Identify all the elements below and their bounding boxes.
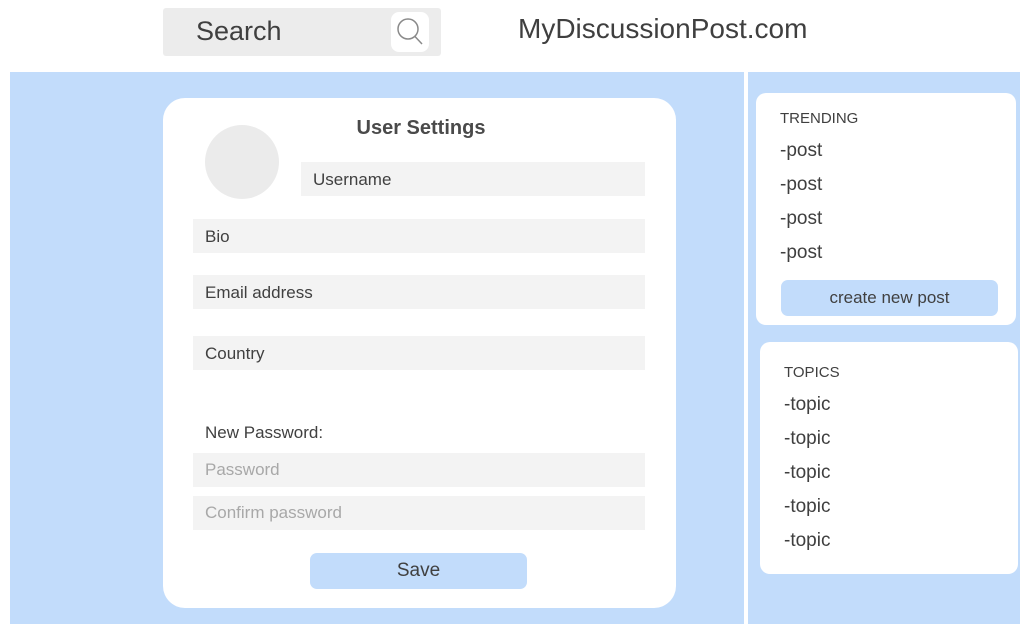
site-title[interactable]: MyDiscussionPost.com (518, 13, 807, 45)
topic-link[interactable]: -topic (784, 462, 830, 496)
trending-card: TRENDING -post -post -post -post create … (756, 93, 1016, 325)
confirm-password-field-wrap (193, 496, 645, 530)
topics-list: -topic -topic -topic -topic -topic (784, 394, 830, 564)
trending-post-link[interactable]: -post (780, 242, 822, 276)
bio-label: Bio (205, 227, 230, 246)
country-label: Country (205, 344, 265, 363)
password-field-wrap (193, 453, 645, 487)
trending-heading: TRENDING (780, 110, 859, 127)
email-label: Email address (205, 283, 313, 302)
topics-card: TOPICS -topic -topic -topic -topic -topi… (760, 342, 1018, 574)
search-icon (397, 18, 423, 45)
username-label: Username (313, 170, 392, 189)
search-bar[interactable]: Search (163, 8, 441, 56)
topic-link[interactable]: -topic (784, 428, 830, 462)
user-settings-card: User Settings Username Bio Email address… (163, 98, 676, 608)
search-label: Search (196, 16, 282, 46)
create-new-post-button[interactable]: create new post (781, 280, 998, 316)
avatar[interactable] (205, 125, 279, 199)
topics-heading: TOPICS (784, 364, 840, 381)
page: Search MyDiscussionPost.com User Setting… (0, 0, 1020, 624)
topic-link[interactable]: -topic (784, 496, 830, 530)
email-field[interactable]: Email address (193, 275, 645, 309)
topic-link[interactable]: -topic (784, 530, 830, 564)
new-password-label: New Password: (205, 423, 324, 442)
country-field[interactable]: Country (193, 336, 645, 370)
bio-field[interactable]: Bio (193, 219, 645, 253)
trending-list: -post -post -post -post (780, 140, 822, 276)
search-button[interactable] (391, 12, 429, 52)
username-field[interactable]: Username (301, 162, 645, 196)
trending-post-link[interactable]: -post (780, 140, 822, 174)
confirm-password-input[interactable] (193, 496, 645, 530)
topic-link[interactable]: -topic (784, 394, 830, 428)
trending-post-link[interactable]: -post (780, 208, 822, 242)
password-input[interactable] (193, 453, 645, 487)
trending-post-link[interactable]: -post (780, 174, 822, 208)
save-button[interactable]: Save (310, 553, 527, 589)
